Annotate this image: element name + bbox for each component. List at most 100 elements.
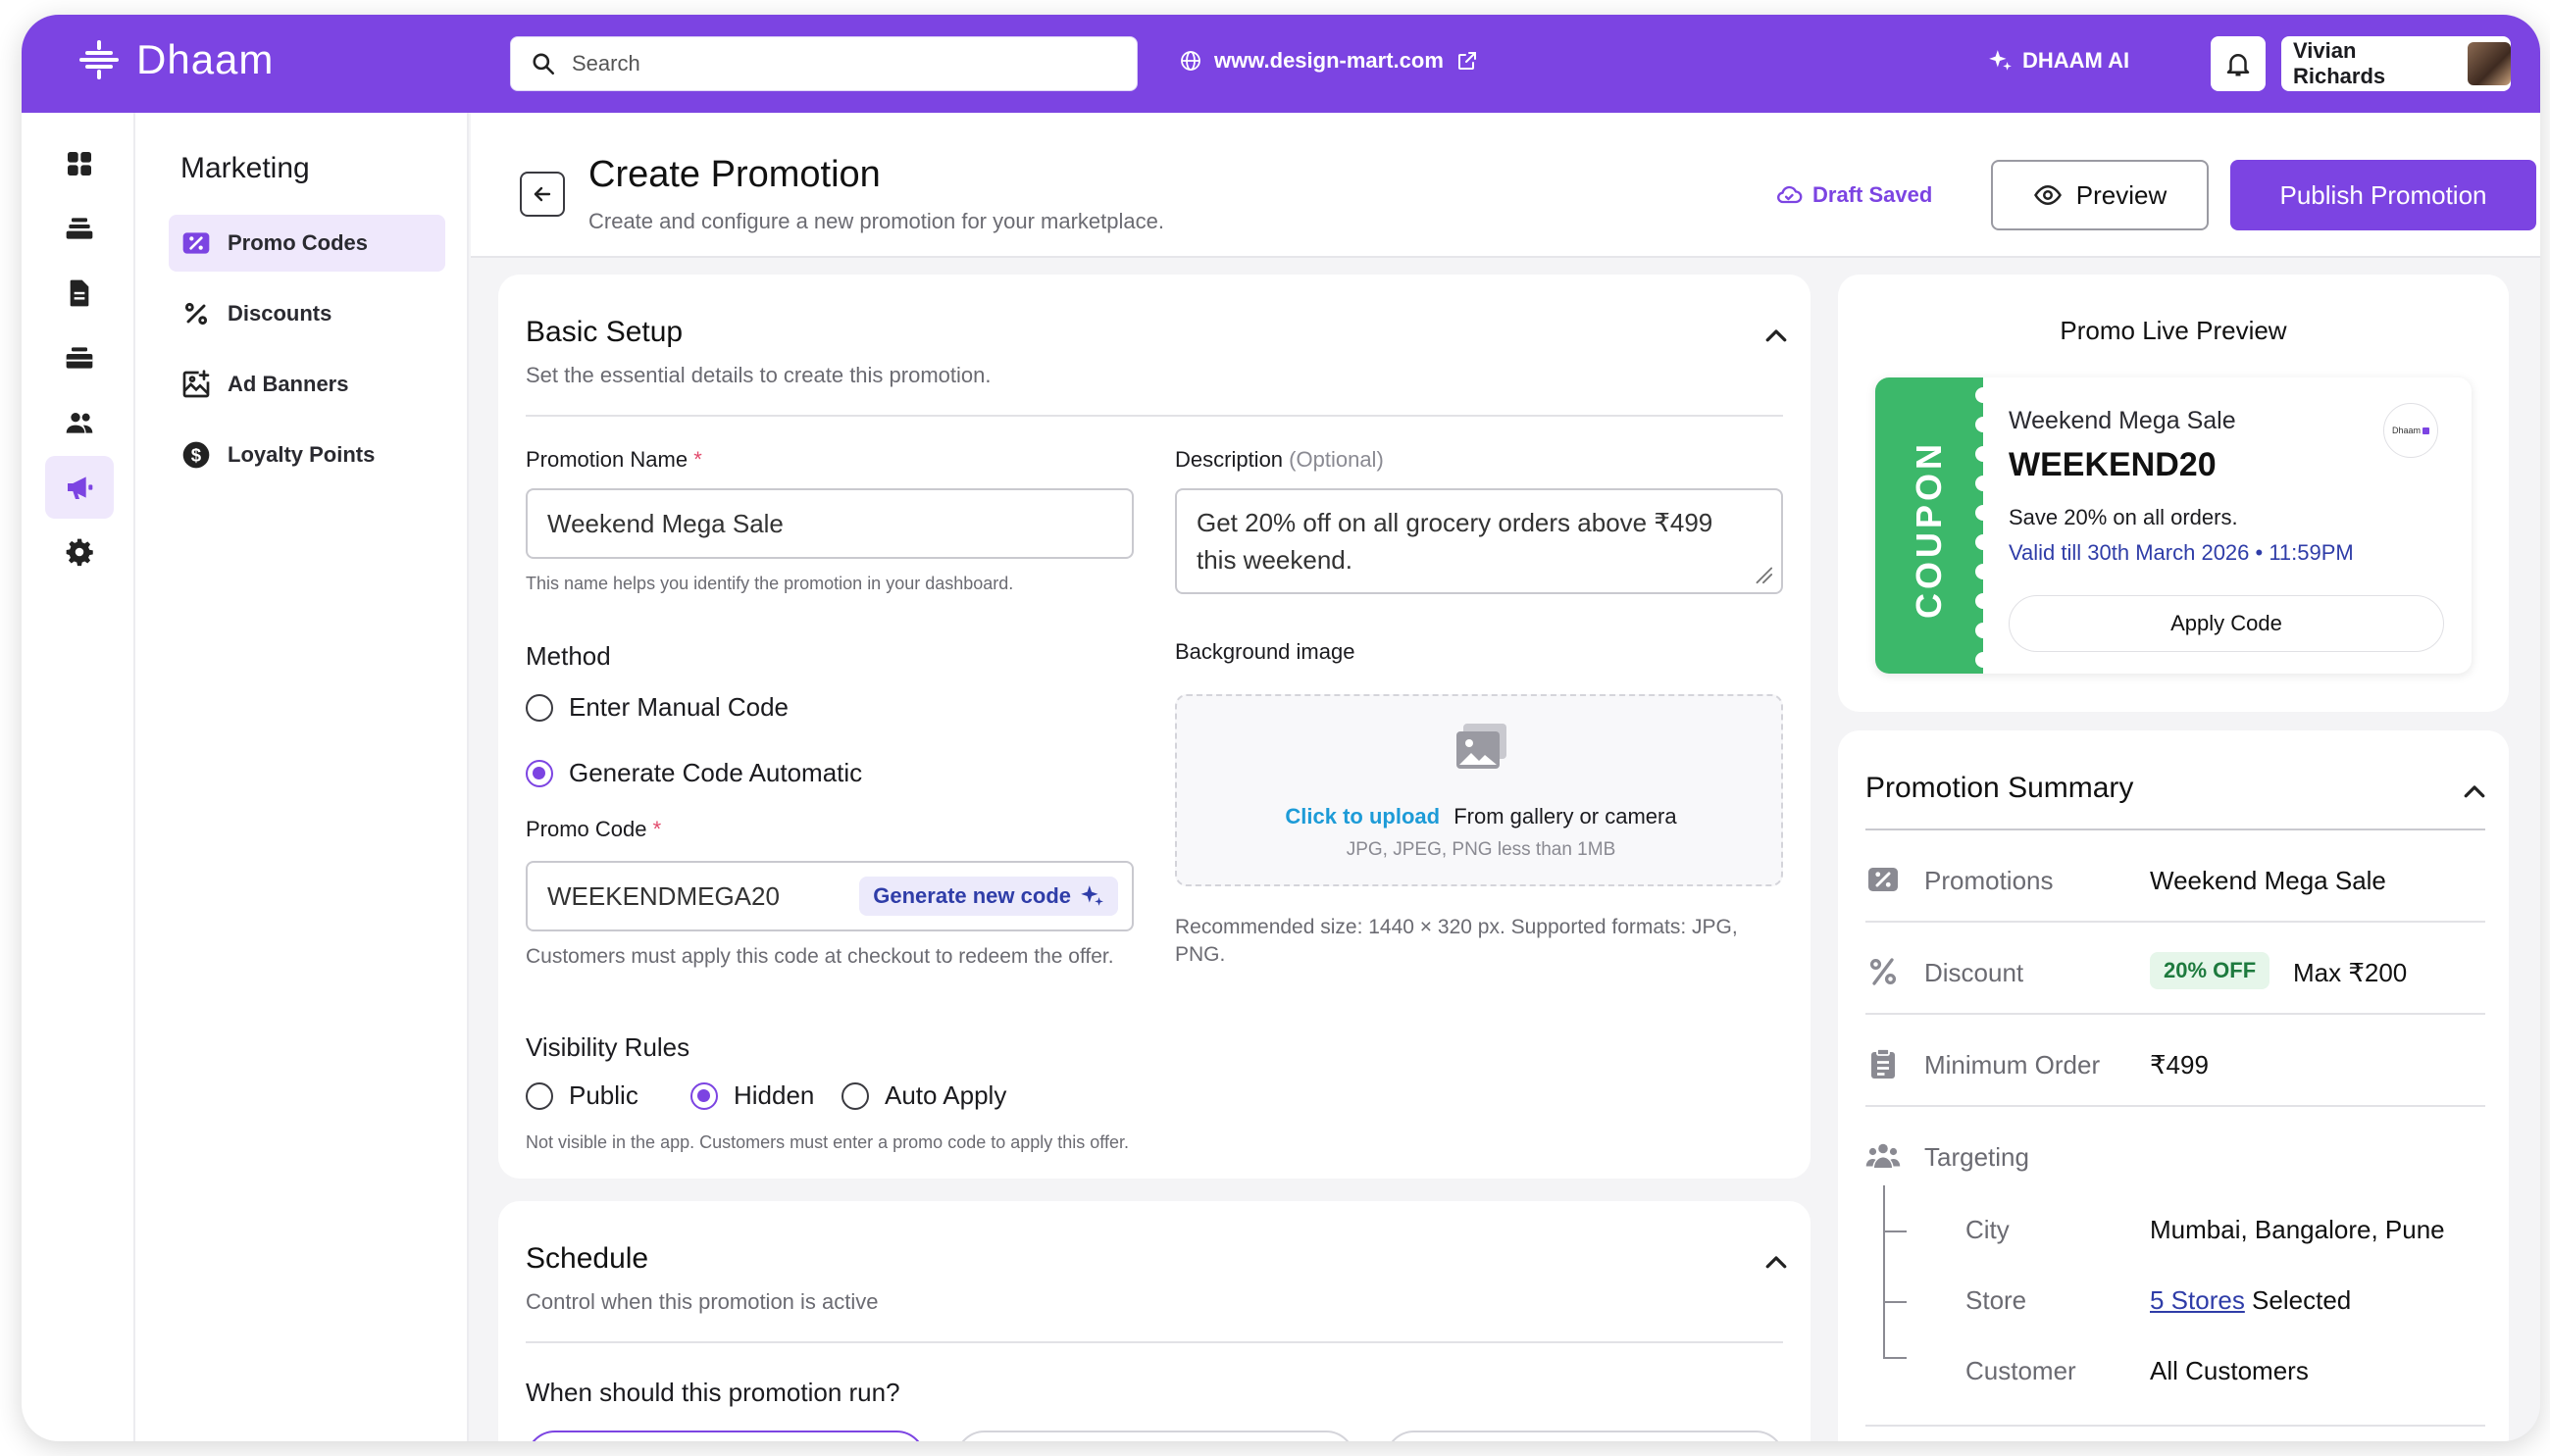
basic-setup-subtitle: Set the essential details to create this… [526, 363, 992, 387]
sidebar-item-promo-codes[interactable]: Promo Codes [169, 215, 445, 272]
rail-settings[interactable] [45, 521, 114, 583]
rail-inventory[interactable] [45, 326, 114, 389]
app-window: Dhaam www.design-mart.com DHAAM AI Vivia… [22, 15, 2540, 1441]
option-label: Enter Manual Code [569, 692, 790, 722]
preview-button[interactable]: Preview [1991, 160, 2209, 230]
image-upload-dropzone[interactable]: Click to upload From gallery or camera J… [1175, 694, 1783, 886]
sidebar-item-discounts[interactable]: Discounts [169, 285, 445, 342]
rail-customers[interactable] [45, 391, 114, 454]
description-textarea[interactable]: Get 20% off on all grocery orders above … [1175, 488, 1783, 594]
targeting-city-value: Mumbai, Bangalore, Pune [2150, 1215, 2445, 1244]
click-to-upload-link[interactable]: Click to upload [1285, 804, 1440, 828]
chevron-up-icon[interactable] [1761, 322, 1791, 351]
coupon-code: WEEKEND20 [2009, 446, 2217, 483]
summary-title: Promotion Summary [1865, 772, 2134, 804]
radio-button-selected[interactable] [526, 759, 553, 787]
icon-rail [22, 113, 135, 1441]
rail-marketing[interactable] [45, 456, 114, 519]
page-title: Create Promotion [588, 154, 881, 195]
description-text: Get 20% off on all grocery orders above … [1197, 508, 1713, 575]
targeting-customer-label: Customer [1965, 1356, 2076, 1385]
promotion-name-label: Promotion Name * [526, 447, 702, 473]
label-text: Promo Code [526, 817, 647, 841]
user-name: Vivian Richards [2293, 38, 2386, 88]
layers-icon [66, 218, 93, 239]
promo-code-value: WEEKENDMEGA20 [547, 880, 780, 911]
grid-icon [68, 152, 91, 176]
rail-catalog[interactable] [45, 197, 114, 260]
sparkle-icon [1989, 50, 2012, 71]
sidebar-item-label: Loyalty Points [228, 442, 376, 467]
sidebar-item-loyalty-points[interactable]: $ Loyalty Points [169, 427, 445, 483]
dollar-coin-icon: $ [182, 441, 210, 469]
sparkle-icon [1081, 885, 1103, 906]
schedule-question: When should this promotion run? [526, 1378, 900, 1407]
upload-help: Recommended size: 1440 × 320 px. Support… [1175, 916, 1738, 966]
tree-line [1883, 1301, 1907, 1303]
schedule-option-3[interactable] [1385, 1431, 1785, 1441]
radio-button[interactable] [842, 1081, 869, 1110]
brand-logo[interactable]: Dhaam [76, 36, 274, 83]
search-box[interactable] [510, 36, 1138, 91]
rail-dashboard[interactable] [45, 132, 114, 195]
radio-button[interactable] [526, 1081, 553, 1110]
chevron-up-icon[interactable] [2460, 778, 2489, 807]
megaphone-icon [68, 477, 93, 499]
percent-icon [184, 302, 208, 326]
upload-instruction: Click to upload From gallery or camera [1177, 804, 1785, 829]
targeting-store-label: Store [1965, 1285, 2027, 1315]
arrow-left-icon [534, 186, 551, 202]
apply-code-button[interactable]: Apply Code [2009, 595, 2444, 652]
divider [1865, 921, 2485, 923]
summary-promotions-label: Promotions [1924, 866, 2054, 895]
tree-line [1883, 1357, 1907, 1359]
upload-formats: JPG, JPEG, PNG less than 1MB [1346, 839, 1616, 860]
ai-button[interactable]: DHAAM AI [1987, 48, 2129, 74]
coupon-preview: COUPON Weekend Mega Sale WEEKEND20 Dhaam… [1875, 377, 2472, 674]
divider [1865, 1013, 2485, 1015]
promo-code-input[interactable]: WEEKENDMEGA20 Generate new code [526, 861, 1134, 931]
divider [1865, 1105, 2485, 1107]
schedule-option-2[interactable] [955, 1431, 1355, 1441]
promotion-name-input[interactable]: Weekend Mega Sale [526, 488, 1134, 559]
basic-setup-title: Basic Setup [526, 316, 684, 348]
resize-handle-icon[interactable] [1752, 563, 1773, 584]
back-button[interactable] [520, 172, 565, 217]
description-label: Description (Optional) [1175, 447, 1384, 473]
summary-min-order-label: Minimum Order [1924, 1050, 2101, 1079]
background-image-label: Background image [1175, 639, 1355, 664]
summary-min-order-value: ₹499 [2150, 1050, 2209, 1079]
stores-link[interactable]: 5 Stores [2150, 1285, 2245, 1315]
divider [526, 415, 1783, 417]
required-mark: * [652, 817, 662, 841]
sidebar: Marketing Promo Codes Discounts Ad Banne… [135, 113, 469, 1441]
rail-documents[interactable] [45, 262, 114, 325]
publish-button[interactable]: Publish Promotion [2230, 160, 2536, 230]
generate-code-button[interactable]: Generate new code [859, 877, 1118, 916]
search-icon [533, 53, 555, 75]
method-manual-option[interactable]: Enter Manual Code [526, 692, 789, 723]
schedule-subtitle: Control when this promotion is active [526, 1289, 879, 1314]
sidebar-item-ad-banners[interactable]: Ad Banners [169, 356, 445, 413]
visibility-hidden-option[interactable]: Hidden [690, 1080, 814, 1111]
visibility-auto-apply-option[interactable]: Auto Apply [842, 1080, 1006, 1111]
site-link[interactable]: www.design-mart.com [1179, 48, 1479, 74]
preview-label: Preview [2075, 179, 2168, 210]
option-label: Auto Apply [885, 1080, 1007, 1110]
method-auto-option[interactable]: Generate Code Automatic [526, 758, 862, 788]
divider [1865, 828, 2485, 830]
schedule-title: Schedule [526, 1242, 649, 1275]
visibility-public-option[interactable]: Public [526, 1080, 638, 1111]
schedule-option-1[interactable] [526, 1431, 926, 1441]
radio-button-selected[interactable] [690, 1081, 718, 1110]
chevron-up-icon[interactable] [1761, 1248, 1791, 1278]
stack-icon [66, 347, 93, 369]
tree-line [1883, 1230, 1907, 1232]
user-menu[interactable]: Vivian Richards [2281, 36, 2511, 91]
search-input[interactable] [572, 51, 1101, 76]
notifications-button[interactable] [2211, 36, 2266, 91]
badge-mark [2422, 427, 2429, 434]
page-subtitle: Create and configure a new promotion for… [588, 209, 1164, 233]
optional-mark: (Optional) [1289, 447, 1384, 472]
radio-button[interactable] [526, 693, 553, 722]
